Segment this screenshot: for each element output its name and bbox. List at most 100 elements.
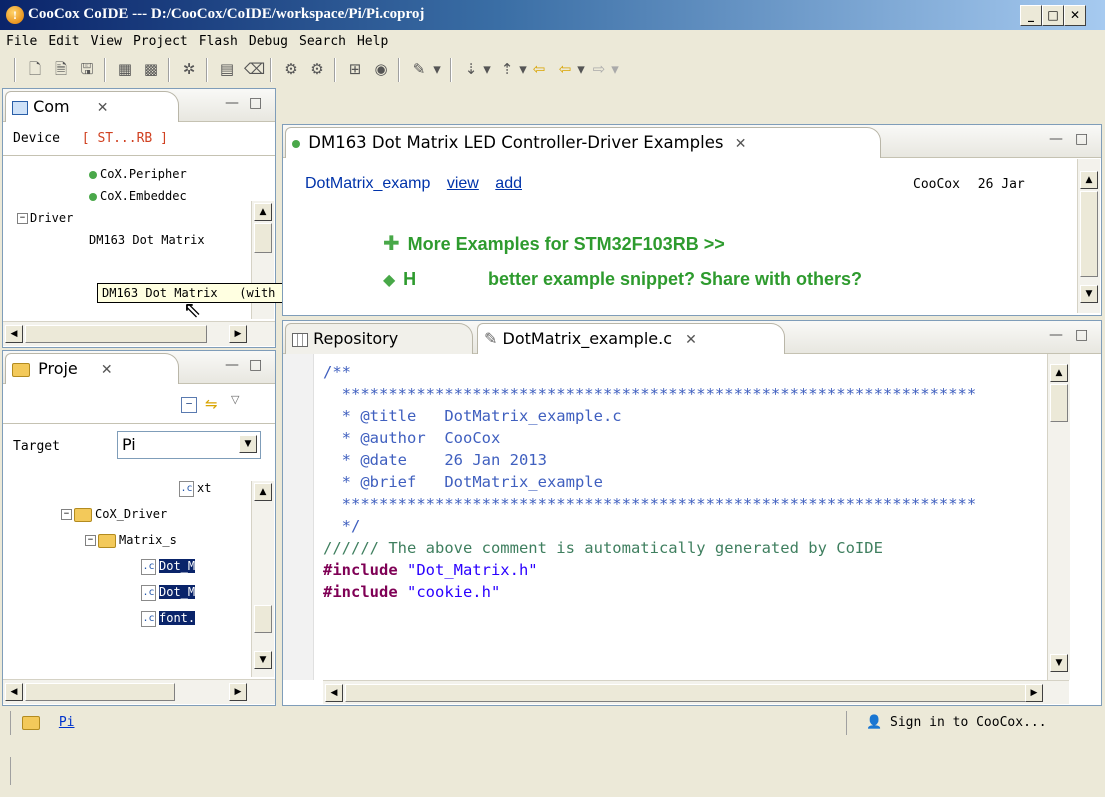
maximize-view-icon[interactable]: □ [1075,327,1088,343]
tree-item[interactable]: .c Dot_M [13,553,249,579]
scroll-left-button[interactable]: ◀ [5,683,23,701]
target-select[interactable]: Pi ▼ [117,431,261,459]
minimize-view-icon[interactable]: — [225,357,239,373]
chevron-down-icon[interactable]: ▾ [482,60,492,78]
tree-item[interactable]: − CoX_Driver [13,501,249,527]
minimize-view-icon[interactable]: — [1049,131,1063,147]
chevron-down-icon[interactable]: ▾ [610,60,620,78]
tree-item[interactable]: CoX.Peripher [17,163,247,185]
status-project[interactable]: Pi [22,715,74,730]
chevron-down-icon[interactable]: ▾ [576,60,586,78]
collapse-all-icon[interactable]: − [181,397,197,413]
erase-icon[interactable]: ⌫ [244,60,265,78]
menu-view[interactable]: View [85,30,127,49]
scroll-up-button[interactable]: ▲ [1080,171,1098,189]
download-icon[interactable]: ▤ [218,60,236,78]
sign-in[interactable]: 👤 Sign in to CooCox... [866,715,1047,730]
sign-in-label[interactable]: Sign in to CooCox... [890,715,1047,730]
view-link[interactable]: view [447,175,479,192]
more-examples-row[interactable]: ✚ More Examples for STM32F103RB >> [383,231,725,255]
scroll-up-button[interactable]: ▲ [1050,364,1068,382]
close-button[interactable]: ✕ [1064,5,1086,26]
rebuild-icon[interactable]: ▩ [142,60,160,78]
tree-item[interactable]: CoX.Embeddec [17,185,247,207]
build-icon[interactable]: ▦ [116,60,134,78]
scroll-right-button[interactable]: ▶ [229,325,247,343]
maximize-button[interactable]: □ [1042,5,1064,26]
tree-item[interactable]: DM163 Dot Matrix [17,229,247,251]
tab-project[interactable]: Proje ✕ [5,353,179,384]
status-project-link[interactable]: Pi [59,715,75,730]
example-name[interactable]: DotMatrix_examp [305,175,430,192]
repository-icon[interactable]: ⊞ [346,60,364,78]
tree-item[interactable]: .c Dot_M [13,579,249,605]
scroll-left-button[interactable]: ◀ [5,325,23,343]
more-examples-link[interactable]: More Examples for STM32F103RB >> [408,234,725,254]
tab-examples[interactable]: DM163 Dot Matrix LED Controller-Driver E… [285,127,881,158]
back-icon[interactable]: ⇦ [556,60,574,78]
close-icon[interactable]: ✕ [101,362,113,378]
scroll-right-button[interactable]: ▶ [229,683,247,701]
link-with-editor-icon[interactable]: ⇋ [205,395,218,413]
minimize-view-icon[interactable]: — [225,95,239,111]
vertical-scrollbar[interactable]: ▲ ▼ [1047,354,1070,680]
share-row[interactable]: ◆ H better example snippet? Share with o… [383,269,862,290]
tree-item[interactable]: − Driver [17,207,247,229]
menu-project[interactable]: Project [127,30,193,49]
close-icon[interactable]: ✕ [685,332,697,348]
tab-components[interactable]: Com ✕ [5,91,179,122]
chevron-down-icon[interactable]: ▾ [432,60,442,78]
menu-edit[interactable]: Edit [42,30,84,49]
scroll-up-button[interactable]: ▲ [254,203,272,221]
menu-flash[interactable]: Flash [193,30,243,49]
scroll-thumb[interactable] [345,684,1027,702]
view-menu-icon[interactable]: ▽ [231,393,239,406]
vertical-scrollbar[interactable]: ▲ ▼ [1077,159,1100,313]
configure-icon[interactable]: ✲ [180,60,198,78]
debug-icon[interactable]: ⚙ [282,60,300,78]
close-icon[interactable]: ✕ [97,100,109,116]
horizontal-scrollbar[interactable]: ◀ ▶ [3,679,275,704]
share-link[interactable]: better example snippet? Share with other… [488,269,862,289]
scroll-left-button[interactable]: ◀ [325,684,343,702]
horizontal-scrollbar[interactable]: ◀ ▶ [323,680,1069,704]
pin-icon[interactable]: ✎ [410,60,428,78]
scroll-thumb[interactable] [25,325,207,343]
device-value[interactable]: [ ST...RB ] [82,131,168,146]
new-project-icon[interactable]: 🗋 [26,60,44,78]
save-icon[interactable]: 🖫 [78,60,96,78]
scroll-down-button[interactable]: ▼ [1080,285,1098,303]
new-file-icon[interactable]: 🗎 [52,60,70,78]
horizontal-scrollbar[interactable]: ◀ ▶ [3,321,275,346]
minimize-view-icon[interactable]: — [1049,327,1063,343]
add-link[interactable]: add [495,175,522,192]
chevron-down-icon[interactable]: ▼ [239,435,257,453]
collapse-icon[interactable]: − [61,509,72,520]
components-icon[interactable]: ◉ [372,60,390,78]
collapse-icon[interactable]: − [85,535,96,546]
tab-dotmatrix-example[interactable]: ✎ DotMatrix_example.c ✕ [477,323,785,354]
scroll-right-button[interactable]: ▶ [1025,684,1043,702]
scroll-thumb[interactable] [1050,384,1068,422]
menu-debug[interactable]: Debug [243,30,293,49]
menu-file[interactable]: File [0,30,42,49]
menu-help[interactable]: Help [351,30,393,49]
minimize-button[interactable]: _ [1020,5,1042,26]
maximize-view-icon[interactable]: □ [249,95,262,111]
collapse-icon[interactable]: − [17,213,28,224]
maximize-view-icon[interactable]: □ [1075,131,1088,147]
tree-item[interactable]: .c xt [13,475,249,501]
scroll-thumb[interactable] [254,223,272,253]
scroll-up-button[interactable]: ▲ [254,483,272,501]
tab-repository[interactable]: Repository [285,323,473,354]
maximize-view-icon[interactable]: □ [249,357,262,373]
scroll-down-button[interactable]: ▼ [254,651,272,669]
last-edit-icon[interactable]: ⇦ [530,60,548,78]
tree-item[interactable]: − Matrix_s [13,527,249,553]
forward-icon[interactable]: ⇨ [590,60,608,78]
code-area[interactable]: /** ************************************… [323,361,1047,681]
menu-search[interactable]: Search [293,30,351,49]
close-icon[interactable]: ✕ [735,136,747,152]
scroll-thumb[interactable] [1080,191,1098,277]
scroll-thumb[interactable] [254,605,272,633]
